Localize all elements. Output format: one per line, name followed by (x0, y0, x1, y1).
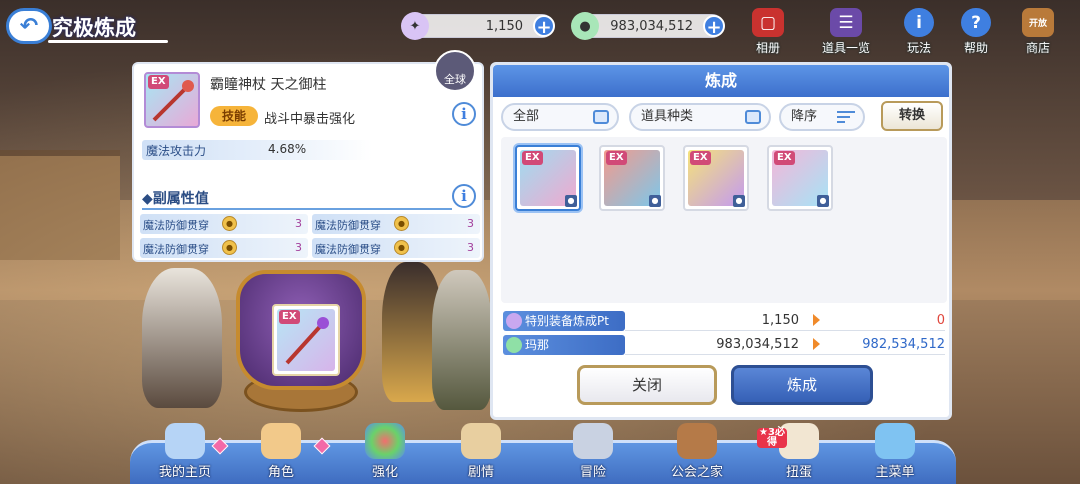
crystal-icon: ✦ (401, 12, 429, 40)
grid-item[interactable]: EX ● (683, 145, 749, 211)
window-icon (745, 110, 761, 124)
orbs-icon (365, 423, 405, 459)
add-mana-button[interactable]: + (703, 15, 725, 38)
scroll-icon (461, 423, 501, 459)
sort-icon (837, 111, 855, 123)
craft-panel: 炼成 全部 道具种类 降序 转换 EX ● EX ● EX ● EX ● 特别装… (490, 62, 952, 420)
pt-resource: ✦ 1,150 + (401, 12, 555, 40)
add-pt-button[interactable]: + (533, 15, 555, 38)
staff-icon (285, 317, 329, 365)
grid-item[interactable]: EX ● (515, 145, 581, 211)
stat-label: 魔法攻击力 (146, 144, 207, 158)
grid-item[interactable]: EX ● (599, 145, 665, 211)
sub-stat-row: 魔法防御贯穿 ● 3 (312, 214, 480, 234)
pt-value: 1,150 (485, 18, 523, 34)
bottom-nav-character[interactable]: 角色 (236, 416, 326, 484)
main-stat-row: 魔法攻击力 4.68% (142, 140, 372, 160)
equipment-detail-panel: EX 霸瞳神杖 天之御柱 技能 战斗中暴击强化 i 魔法攻击力 4.68% ◆副… (132, 62, 484, 262)
back-button[interactable]: ↶ (6, 8, 52, 44)
skill-badge: 技能 (210, 106, 258, 126)
sub-stats-info-button[interactable]: i (452, 184, 476, 208)
grid-item[interactable]: EX ● (767, 145, 833, 211)
sub-stats-title: ◆副属性值 (142, 191, 209, 207)
sword-icon (573, 423, 613, 459)
nav-item-list[interactable]: ☰ 道具一览 (820, 8, 872, 56)
unequip-button[interactable]: 全球 (434, 50, 476, 92)
filter-type-dropdown[interactable]: 道具种类 (629, 103, 771, 131)
title-underline (48, 40, 168, 43)
skill-description: 战斗中暴击强化 (264, 112, 356, 127)
info-icon: i (904, 8, 934, 37)
bottom-nav-main-menu[interactable]: 主菜单 (850, 416, 940, 484)
sub-stat-row: 魔法防御贯穿 ● 3 (312, 238, 480, 258)
page-title: 究极炼成 (52, 16, 136, 40)
help-icon: ? (961, 8, 991, 37)
mana-resource: ● 983,034,512 + (571, 12, 725, 40)
bottom-nav-adventure[interactable]: 冒险 (548, 416, 638, 484)
crystal-menu-icon (875, 423, 915, 459)
equipment-image: EX (144, 72, 200, 128)
bottom-nav-enhance[interactable]: 强化 (340, 416, 430, 484)
bottom-nav-story[interactable]: 剧情 (436, 416, 526, 484)
lock-coin-icon: ● (394, 240, 409, 255)
character-icon (261, 423, 301, 459)
album-icon: ▢ (752, 8, 784, 37)
sub-stat-row: 魔法防御贯穿 ● 3 (140, 238, 308, 258)
character-right (432, 270, 492, 410)
lock-coin-icon: ● (222, 216, 237, 231)
sub-stats-divider (142, 208, 452, 210)
pot-item: EX (272, 304, 340, 376)
filter-all-dropdown[interactable]: 全部 (501, 103, 619, 131)
craft-panel-title: 炼成 (493, 65, 949, 97)
lock-icon: ● (565, 195, 577, 207)
item-grid: EX ● EX ● EX ● EX ● (501, 137, 947, 303)
crystal-icon (506, 313, 522, 329)
character-left (142, 268, 222, 408)
nav-album[interactable]: ▢ 相册 (742, 8, 794, 56)
bottom-nav-guild-house[interactable]: 公会之家 (652, 416, 742, 484)
arrow-right-icon (813, 314, 820, 326)
nav-help[interactable]: ? 帮助 (950, 8, 1002, 56)
craft-button[interactable]: 炼成 (731, 365, 873, 405)
nav-gameplay[interactable]: i 玩法 (893, 8, 945, 56)
sort-order-button[interactable]: 降序 (779, 103, 865, 131)
guild-house-icon (677, 423, 717, 459)
lock-coin-icon: ● (394, 216, 409, 231)
sub-stat-row: 魔法防御贯穿 ● 3 (140, 214, 308, 234)
nav-shop[interactable]: 开放 商店 (1012, 8, 1064, 56)
arrow-right-icon (813, 338, 820, 350)
close-button[interactable]: 关闭 (577, 365, 717, 405)
gacha-badge: ★3必得 (757, 428, 787, 448)
shop-icon: 开放 (1022, 8, 1054, 37)
back-arrow-icon: ↶ (19, 13, 39, 39)
equipment-name: 霸瞳神杖 天之御柱 (210, 77, 327, 93)
mana-coin-icon: ● (571, 12, 599, 40)
lock-icon: ● (733, 195, 745, 207)
pt-cost-row: 特别装备炼成Pt 1,150 0 (503, 311, 947, 331)
mana-value: 983,034,512 (610, 18, 693, 34)
lock-icon: ● (649, 195, 661, 207)
lock-coin-icon: ● (222, 240, 237, 255)
mana-cost-row: 玛那 983,034,512 982,534,512 (503, 335, 947, 355)
lock-icon: ● (817, 195, 829, 207)
castle-icon (165, 423, 205, 459)
stat-value: 4.68% (268, 142, 307, 156)
window-icon (593, 110, 609, 124)
skill-info-button[interactable]: i (452, 102, 476, 126)
mana-coin-icon (506, 337, 522, 353)
staff-icon (152, 80, 194, 122)
convert-button[interactable]: 转换 (881, 101, 943, 131)
item-list-icon: ☰ (830, 8, 862, 37)
